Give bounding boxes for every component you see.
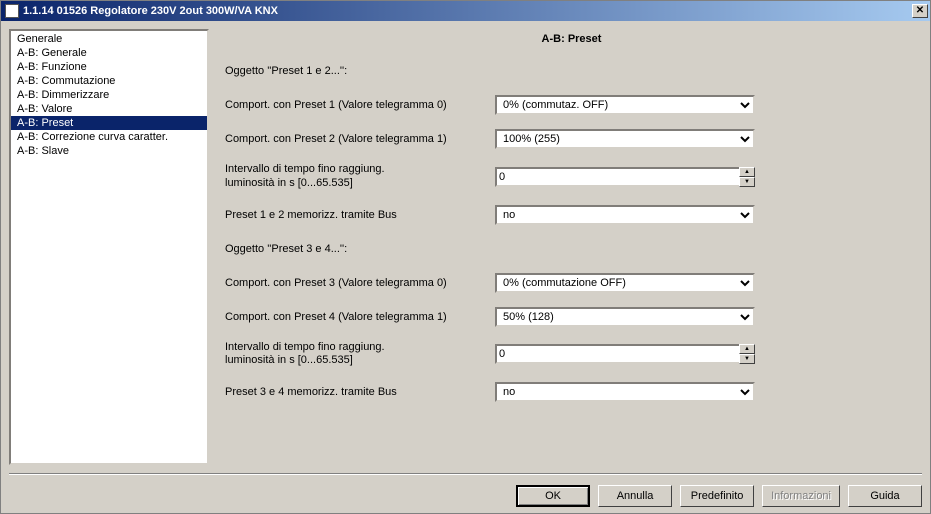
sidebar[interactable]: Generale A-B: Generale A-B: Funzione A-B… (9, 29, 209, 465)
row-interval12-label: Intervallo di tempo fino raggiung. lumin… (225, 163, 495, 191)
footer: OK Annulla Predefinito Informazioni Guid… (1, 479, 930, 513)
close-button[interactable]: ✕ (912, 4, 928, 18)
panel-title: A-B: Preset (221, 29, 922, 55)
row-preset2-label: Comport. con Preset 2 (Valore telegramma… (225, 133, 495, 145)
sidebar-item-ab-correzione[interactable]: A-B: Correzione curva caratter. (11, 130, 207, 144)
row-preset4-label: Comport. con Preset 4 (Valore telegramma… (225, 311, 495, 323)
row-preset1: Comport. con Preset 1 (Valore telegramma… (225, 95, 922, 115)
row-preset1-select[interactable]: 0% (commutaz. OFF) (495, 95, 755, 115)
sidebar-item-ab-slave[interactable]: A-B: Slave (11, 144, 207, 158)
section-heading-2: Oggetto ''Preset 3 e 4...'': (225, 239, 922, 259)
window: 1.1.14 01526 Regolatore 230V 2out 300W/V… (0, 0, 931, 514)
footer-divider (9, 473, 922, 475)
section-heading-1-label: Oggetto ''Preset 1 e 2...'': (225, 65, 347, 77)
titlebar: 1.1.14 01526 Regolatore 230V 2out 300W/V… (1, 1, 930, 21)
cancel-button[interactable]: Annulla (598, 485, 672, 507)
spin-down-icon[interactable]: ▼ (739, 354, 755, 364)
row-interval12-input[interactable] (495, 167, 739, 187)
row-preset3-label: Comport. con Preset 3 (Valore telegramma… (225, 277, 495, 289)
spin-down-icon[interactable]: ▼ (739, 177, 755, 187)
sidebar-item-generale[interactable]: Generale (11, 32, 207, 46)
help-button[interactable]: Guida (848, 485, 922, 507)
row-preset2-select[interactable]: 100% (255) (495, 129, 755, 149)
window-title: 1.1.14 01526 Regolatore 230V 2out 300W/V… (23, 5, 912, 17)
row-interval12: Intervallo di tempo fino raggiung. lumin… (225, 163, 922, 191)
row-mem12: Preset 1 e 2 memorizz. tramite Bus no (225, 205, 922, 225)
sidebar-item-ab-generale[interactable]: A-B: Generale (11, 46, 207, 60)
form-area: Oggetto ''Preset 1 e 2...'': Comport. co… (221, 55, 922, 465)
row-preset3: Comport. con Preset 3 (Valore telegramma… (225, 273, 922, 293)
sidebar-item-ab-commutazione[interactable]: A-B: Commutazione (11, 74, 207, 88)
section-heading-1: Oggetto ''Preset 1 e 2...'': (225, 61, 922, 81)
spin-buttons: ▲ ▼ (739, 344, 755, 364)
row-preset2: Comport. con Preset 2 (Valore telegramma… (225, 129, 922, 149)
main-panel: A-B: Preset Oggetto ''Preset 1 e 2...'':… (221, 29, 922, 465)
content-area: Generale A-B: Generale A-B: Funzione A-B… (1, 21, 930, 473)
row-interval12-spinner[interactable]: ▲ ▼ (495, 167, 755, 187)
row-mem34: Preset 3 e 4 memorizz. tramite Bus no (225, 382, 922, 402)
row-preset4: Comport. con Preset 4 (Valore telegramma… (225, 307, 922, 327)
row-mem34-label: Preset 3 e 4 memorizz. tramite Bus (225, 386, 495, 398)
row-preset1-label: Comport. con Preset 1 (Valore telegramma… (225, 99, 495, 111)
app-icon (5, 4, 19, 18)
sidebar-item-ab-preset[interactable]: A-B: Preset (11, 116, 207, 130)
row-mem12-label: Preset 1 e 2 memorizz. tramite Bus (225, 209, 495, 221)
row-preset4-select[interactable]: 50% (128) (495, 307, 755, 327)
spin-buttons: ▲ ▼ (739, 167, 755, 187)
ok-button[interactable]: OK (516, 485, 590, 507)
default-button[interactable]: Predefinito (680, 485, 754, 507)
row-preset3-select[interactable]: 0% (commutazione OFF) (495, 273, 755, 293)
row-interval34-input[interactable] (495, 344, 739, 364)
row-mem34-select[interactable]: no (495, 382, 755, 402)
row-interval34-label: Intervallo di tempo fino raggiung. lumin… (225, 341, 495, 369)
row-mem12-select[interactable]: no (495, 205, 755, 225)
row-interval34: Intervallo di tempo fino raggiung. lumin… (225, 341, 922, 369)
sidebar-item-ab-dimmerizzare[interactable]: A-B: Dimmerizzare (11, 88, 207, 102)
spin-up-icon[interactable]: ▲ (739, 167, 755, 177)
sidebar-item-ab-valore[interactable]: A-B: Valore (11, 102, 207, 116)
section-heading-2-label: Oggetto ''Preset 3 e 4...'': (225, 243, 347, 255)
row-interval34-spinner[interactable]: ▲ ▼ (495, 344, 755, 364)
info-button: Informazioni (762, 485, 840, 507)
spin-up-icon[interactable]: ▲ (739, 344, 755, 354)
sidebar-item-ab-funzione[interactable]: A-B: Funzione (11, 60, 207, 74)
